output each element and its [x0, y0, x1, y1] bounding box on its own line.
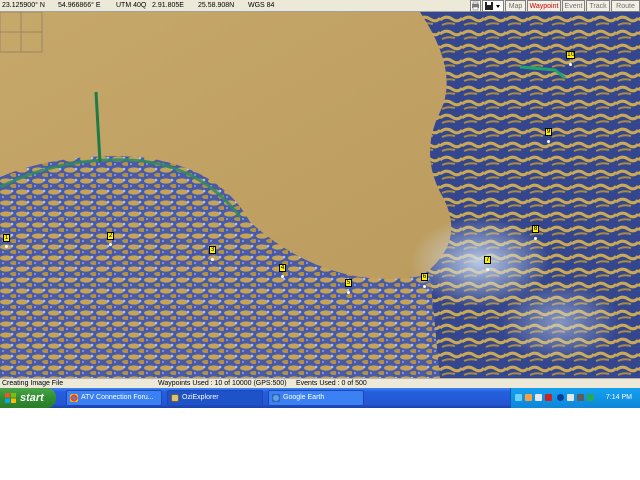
oziexplorer-icon [171, 394, 179, 402]
datum-readout: WGS 84 [248, 2, 275, 9]
waypoints-used-count: Waypoints Used : 10 of 10000 (GPS:500) [158, 380, 287, 387]
route-button[interactable]: Route [611, 0, 640, 12]
status-message: Creating Image File [2, 380, 64, 387]
northing-readout: 25.58.908N [198, 2, 235, 9]
waypoint-dot [534, 237, 537, 240]
taskbar-item-oziexplorer[interactable]: OziExplorer [167, 390, 263, 406]
waypoint-dot [423, 285, 426, 288]
waypoint-dot [5, 245, 8, 248]
save-dropdown-icon[interactable] [482, 0, 504, 12]
tray-app-icon[interactable] [525, 394, 532, 401]
satellite-imagery [0, 12, 640, 378]
waypoint-marker-10[interactable]: 10 [566, 51, 575, 59]
waypoint-dot [569, 63, 572, 66]
shield-icon[interactable] [587, 394, 594, 401]
volume-icon[interactable] [567, 394, 574, 401]
waypoint-dot [547, 140, 550, 143]
event-button[interactable]: Event [562, 0, 585, 12]
windows-logo-icon [5, 393, 16, 403]
waypoint-dot [109, 243, 112, 246]
google-earth-icon [272, 394, 280, 402]
waypoint-dot [486, 268, 489, 271]
security-icon[interactable] [545, 394, 552, 401]
coordinate-bar: 23.125900° N 54.966866° E UTM 40Q 2.91.8… [0, 0, 640, 12]
waypoint-marker-6[interactable]: 6 [421, 273, 428, 281]
waypoint-marker-5[interactable]: 5 [345, 279, 352, 287]
taskbar: start ATV Connection Foru... OziExplorer… [0, 388, 640, 408]
taskbar-item-label: Google Earth [283, 394, 325, 401]
waypoint-marker-9[interactable]: 9 [545, 128, 552, 136]
taskbar-item-atv-connection[interactable]: ATV Connection Foru... [66, 390, 162, 406]
taskbar-item-label: ATV Connection Foru... [81, 394, 154, 401]
network-icon[interactable] [515, 394, 522, 401]
waypoint-dot [281, 275, 284, 278]
waypoint-dot [211, 258, 214, 261]
waypoint-marker-3[interactable]: 3 [209, 246, 216, 254]
track-button[interactable]: Track [586, 0, 610, 12]
waypoint-marker-2[interactable]: 2 [107, 232, 114, 240]
start-button[interactable]: start [0, 388, 56, 408]
latitude-readout: 23.125900° N [2, 2, 45, 9]
help-icon[interactable] [535, 394, 542, 401]
print-icon[interactable] [470, 0, 481, 12]
start-label: start [20, 392, 44, 404]
map-button[interactable]: Map [505, 0, 526, 12]
longitude-readout: 54.966866° E [58, 2, 101, 9]
chrome-icon [70, 394, 78, 402]
back-icon[interactable] [557, 394, 564, 401]
waypoint-marker-1[interactable]: 1 [3, 234, 10, 242]
waypoint-marker-7[interactable]: 7 [484, 256, 491, 264]
waypoint-marker-8[interactable]: 8 [532, 225, 539, 233]
display-icon[interactable] [577, 394, 584, 401]
taskbar-item-label: OziExplorer [182, 394, 219, 401]
system-tray: 7:14 PM [510, 388, 640, 408]
waypoint-dot [347, 291, 350, 294]
utm-zone-readout: UTM 40Q [116, 2, 147, 9]
waypoint-marker-4[interactable]: 4 [279, 264, 286, 272]
waypoint-button[interactable]: Waypoint [527, 0, 561, 12]
events-used-count: Events Used : 0 of 500 [296, 380, 367, 387]
taskbar-item-google-earth[interactable]: Google Earth [268, 390, 364, 406]
satellite-map[interactable]: 1 2 3 4 5 6 7 8 9 10 [0, 12, 640, 378]
easting-readout: 2.91.805E [152, 2, 184, 9]
clock[interactable]: 7:14 PM [606, 388, 632, 408]
status-bar: Creating Image File Waypoints Used : 10 … [0, 378, 640, 388]
